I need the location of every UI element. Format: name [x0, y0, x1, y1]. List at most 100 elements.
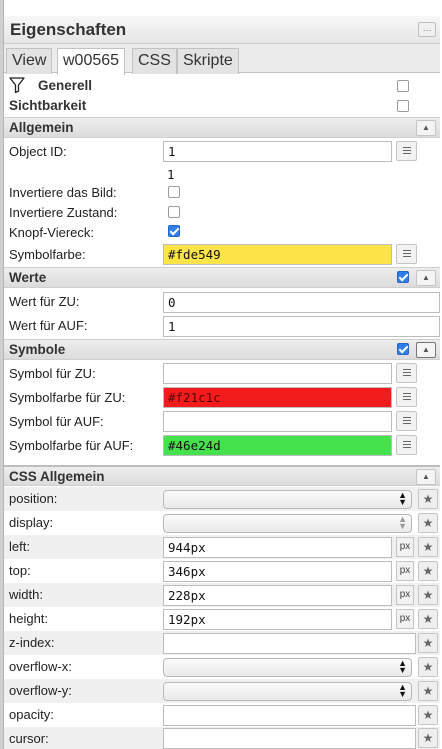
left-input[interactable]: 944px: [163, 537, 392, 558]
display-label: display:: [9, 515, 54, 530]
color-zu-input[interactable]: #f21c1c: [163, 387, 392, 408]
row-css-overflow-y: overflow-y: ▲ ▼ ★: [4, 679, 440, 703]
row-symbol-auf: Symbol für AUF:: [4, 410, 440, 434]
row-symbol-color: Symbolfarbe: #fde549: [4, 243, 440, 267]
generell-checkbox[interactable]: [397, 80, 409, 92]
wert-zu-label: Wert für ZU:: [9, 294, 80, 309]
overflow-x-select[interactable]: ▲ ▼: [163, 658, 412, 677]
left-star-icon[interactable]: ★: [418, 537, 438, 557]
top-label: top:: [9, 563, 31, 578]
zindex-input[interactable]: [163, 633, 416, 654]
symbol-color-input[interactable]: #fde549: [163, 244, 392, 265]
height-unit-button[interactable]: px: [396, 609, 414, 629]
row-color-zu: Symbolfarbe für ZU: #f21c1c: [4, 386, 440, 410]
invert-image-checkbox[interactable]: [168, 186, 180, 198]
symbole-checkbox[interactable]: [397, 343, 409, 355]
section-css-allgemein[interactable]: CSS Allgemein ▲: [4, 465, 440, 486]
section-title: CSS Allgemein: [9, 469, 105, 484]
symbol-color-label: Symbolfarbe:: [9, 247, 86, 262]
tab-view[interactable]: View: [6, 48, 53, 74]
top-star-icon[interactable]: ★: [418, 561, 438, 581]
filter-icon[interactable]: [9, 77, 25, 93]
height-star-icon[interactable]: ★: [418, 609, 438, 629]
zindex-star-icon[interactable]: ★: [418, 633, 438, 653]
symbol-auf-picker-button[interactable]: [396, 411, 417, 431]
section-allgemein[interactable]: Allgemein ▲: [4, 117, 440, 138]
row-css-left: left: 944px px ★: [4, 535, 440, 559]
tab-bar: View w00565 CSS Skripte: [4, 44, 440, 75]
section-werte[interactable]: Werte ▲: [4, 267, 440, 288]
symbol-color-picker-button[interactable]: [396, 244, 417, 264]
top-unit-button[interactable]: px: [396, 561, 414, 581]
opacity-star-icon[interactable]: ★: [418, 705, 438, 725]
button-square-checkbox[interactable]: [168, 225, 180, 237]
color-auf-label: Symbolfarbe für AUF:: [9, 438, 134, 453]
color-auf-input[interactable]: #46e24d: [163, 435, 392, 456]
werte-checkbox[interactable]: [397, 271, 409, 283]
position-star-icon[interactable]: ★: [418, 489, 438, 509]
list-icon: [403, 393, 411, 401]
width-star-icon[interactable]: ★: [418, 585, 438, 605]
invert-state-checkbox[interactable]: [168, 206, 180, 218]
invert-state-label: Invertiere Zustand:: [9, 205, 118, 220]
section-title: Werte: [9, 270, 47, 285]
row-css-cursor: cursor: ★: [4, 727, 440, 749]
symbol-zu-label: Symbol für ZU:: [9, 366, 96, 381]
cursor-star-icon[interactable]: ★: [418, 728, 438, 748]
width-label: width:: [9, 587, 43, 602]
sichtbarkeit-checkbox[interactable]: [397, 100, 409, 112]
invert-image-label: Invertiere das Bild:: [9, 185, 117, 200]
row-symbol-zu: Symbol für ZU:: [4, 362, 440, 386]
display-star-icon[interactable]: ★: [418, 513, 438, 533]
display-select[interactable]: ▲ ▼: [163, 514, 412, 533]
row-css-width: width: 228px px ★: [4, 583, 440, 607]
collapse-arrow-icon[interactable]: ▲: [416, 342, 436, 358]
section-title: Symbole: [9, 342, 66, 357]
row-css-height: height: 192px px ★: [4, 607, 440, 631]
object-id-label: Object ID:: [9, 144, 67, 159]
list-icon: [403, 250, 411, 258]
left-unit-button[interactable]: px: [396, 537, 414, 557]
row-css-overflow-x: overflow-x: ▲ ▼ ★: [4, 655, 440, 679]
list-icon: [403, 147, 411, 155]
section-symbole[interactable]: Symbole ▲: [4, 339, 440, 360]
cursor-input[interactable]: [163, 728, 416, 749]
opacity-input[interactable]: [163, 705, 416, 726]
tab-css[interactable]: CSS: [132, 48, 177, 74]
button-square-label: Knopf-Viereck:: [9, 225, 95, 240]
overflow-x-star-icon[interactable]: ★: [418, 657, 438, 677]
panel-menu-button[interactable]: …: [418, 22, 436, 37]
row-wert-auf: Wert für AUF: 1: [4, 314, 440, 338]
color-auf-picker-button[interactable]: [396, 435, 417, 455]
color-zu-picker-button[interactable]: [396, 387, 417, 407]
position-select[interactable]: ▲ ▼: [163, 490, 412, 509]
tab-skripte[interactable]: Skripte: [177, 48, 239, 74]
tab-widget[interactable]: w00565: [57, 48, 126, 75]
width-input[interactable]: 228px: [163, 585, 392, 606]
collapse-arrow-icon[interactable]: ▲: [416, 120, 436, 136]
overflow-y-select[interactable]: ▲ ▼: [163, 682, 412, 701]
collapse-arrow-icon[interactable]: ▲: [416, 270, 436, 286]
row-css-display: display: ▲ ▼ ★: [4, 511, 440, 535]
object-id-picker-button[interactable]: [396, 141, 417, 161]
symbol-auf-input[interactable]: [163, 411, 392, 432]
symbol-zu-picker-button[interactable]: [396, 363, 417, 383]
object-id-input[interactable]: 1: [163, 141, 392, 162]
row-css-zindex: z-index: ★: [4, 631, 440, 655]
top-input[interactable]: 346px: [163, 561, 392, 582]
wert-auf-input[interactable]: 1: [163, 316, 440, 337]
row-css-position: position: ▲ ▼ ★: [4, 487, 440, 511]
width-unit-button[interactable]: px: [396, 585, 414, 605]
symbol-zu-input[interactable]: [163, 363, 392, 384]
panel-header: Eigenschaften …: [4, 16, 440, 44]
list-icon: [403, 369, 411, 377]
row-css-opacity: opacity: ★: [4, 703, 440, 727]
overflow-y-star-icon[interactable]: ★: [418, 681, 438, 701]
wert-zu-input[interactable]: 0: [163, 292, 440, 313]
height-input[interactable]: 192px: [163, 609, 392, 630]
row-css-top: top: 346px px ★: [4, 559, 440, 583]
generell-label: Generell: [38, 78, 93, 93]
zindex-label: z-index:: [9, 635, 55, 650]
collapse-arrow-icon[interactable]: ▲: [416, 469, 436, 485]
filter-row-generell: Generell: [4, 76, 440, 96]
